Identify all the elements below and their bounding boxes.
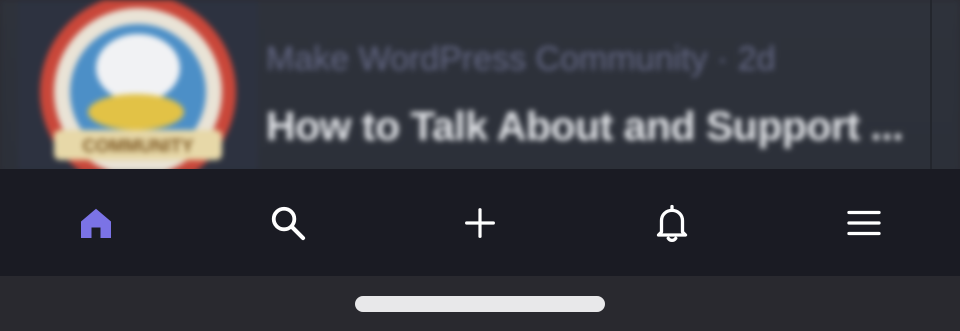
bottom-navigation-bar xyxy=(0,169,960,276)
feed-card[interactable]: COMMUNITY Make WordPress Community · 2d … xyxy=(0,0,960,172)
nav-menu-button[interactable] xyxy=(824,169,904,276)
nav-notifications-button[interactable] xyxy=(632,169,712,276)
bell-icon xyxy=(656,204,688,242)
home-indicator-area xyxy=(0,276,960,331)
nav-search-button[interactable] xyxy=(248,169,328,276)
nav-home-button[interactable] xyxy=(56,169,136,276)
card-title[interactable]: How to Talk About and Support ... xyxy=(266,103,904,150)
home-indicator-bar[interactable] xyxy=(355,296,605,312)
search-icon xyxy=(271,206,306,240)
home-icon xyxy=(81,208,111,238)
hamburger-menu-icon xyxy=(847,210,881,235)
card-divider xyxy=(930,0,932,172)
card-meta: Make WordPress Community · 2d xyxy=(266,40,776,78)
thumbnail-image[interactable]: COMMUNITY xyxy=(18,0,258,172)
app-screen: COMMUNITY Make WordPress Community · 2d … xyxy=(0,0,960,331)
nav-add-button[interactable] xyxy=(440,169,520,276)
badge-text: COMMUNITY xyxy=(83,136,194,156)
community-badge-image: COMMUNITY xyxy=(18,0,258,172)
plus-icon xyxy=(465,207,495,238)
